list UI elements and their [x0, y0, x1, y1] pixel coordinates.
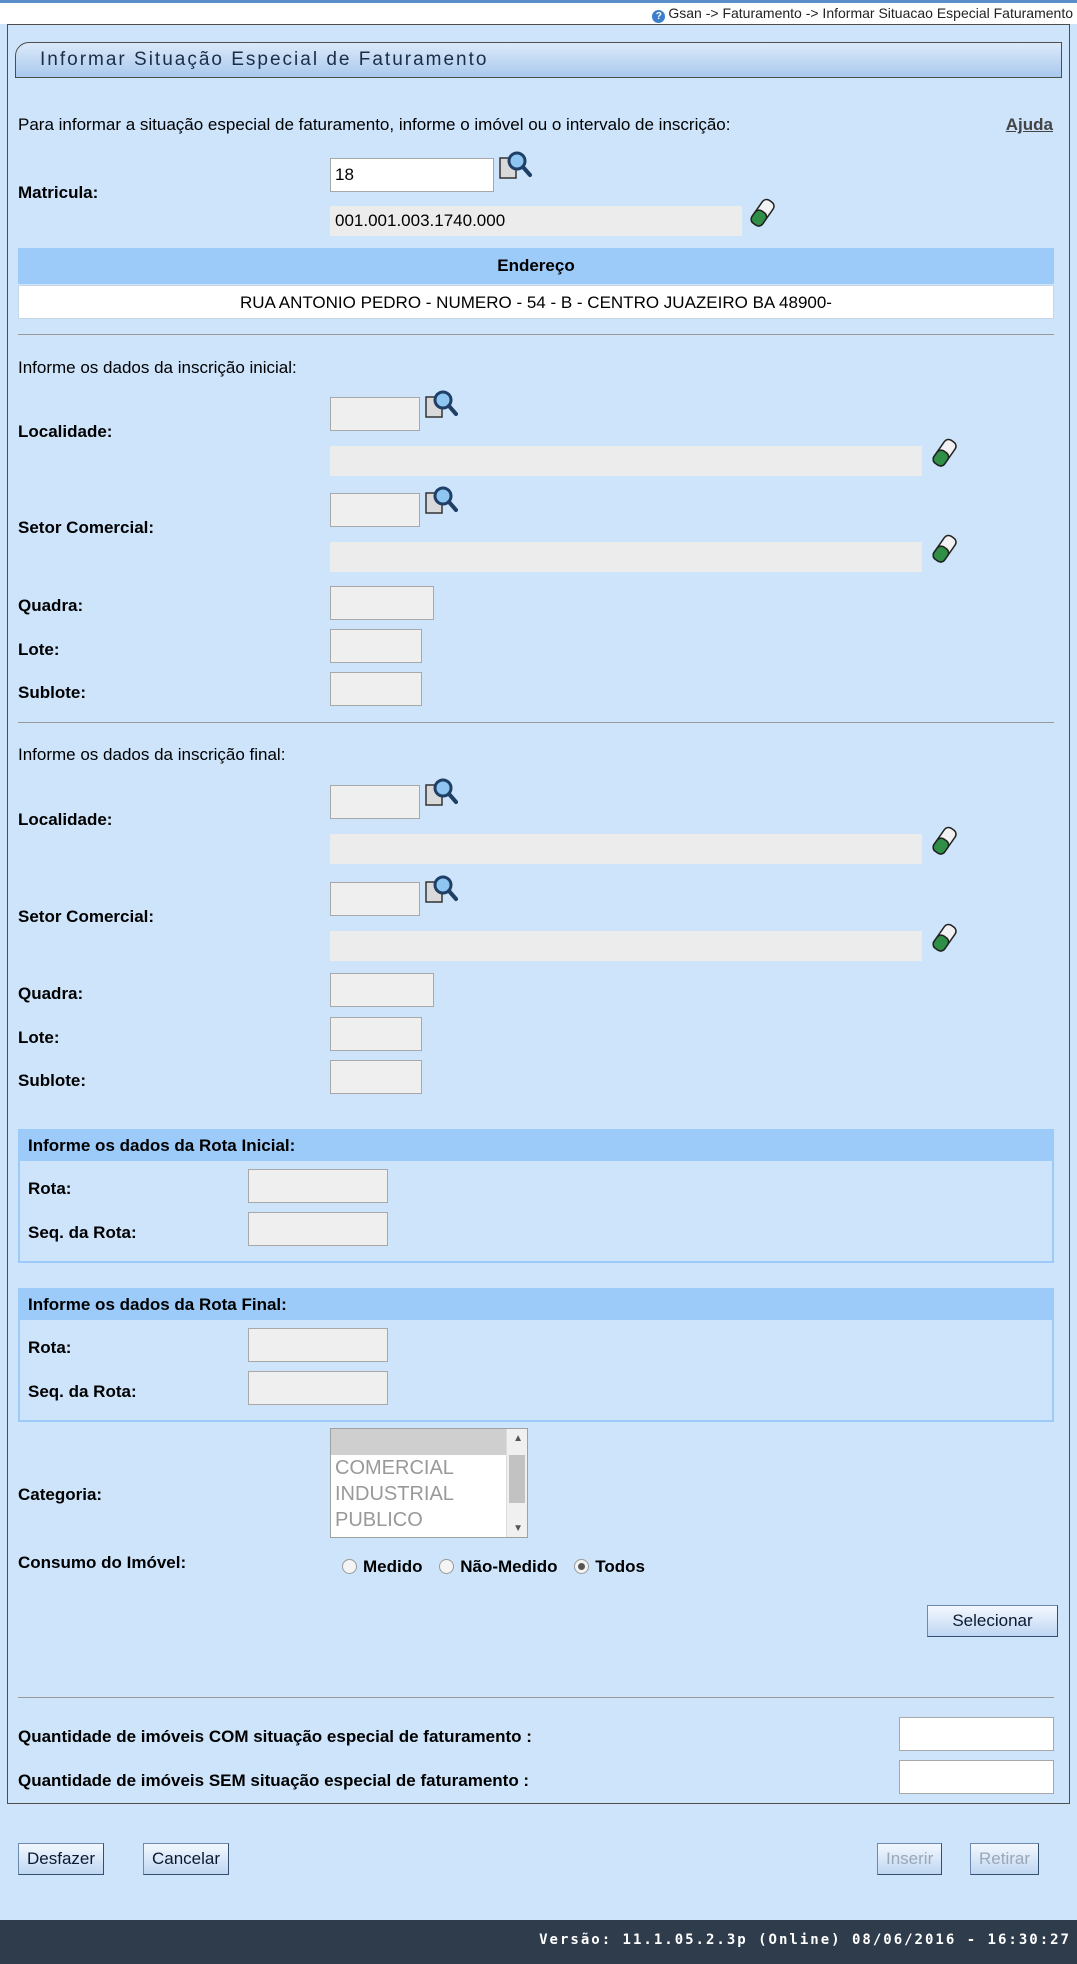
page-title: Informar Situação Especial de Faturament… — [40, 49, 489, 70]
setor-inicial-label: Setor Comercial: — [18, 518, 155, 537]
quadra-final-label: Quadra: — [18, 984, 84, 1003]
consumo-radio-group: Medido Não-Medido Todos — [342, 1557, 645, 1577]
desfazer-button[interactable]: Desfazer — [18, 1843, 105, 1875]
scroll-up-arrow-icon[interactable]: ▲ — [513, 1433, 523, 1444]
eraser-icon[interactable] — [928, 824, 962, 858]
matricula-label: Matricula: — [18, 183, 99, 202]
categoria-option[interactable]: INDUSTRIAL — [331, 1481, 527, 1507]
divider — [18, 1697, 1054, 1698]
help-link[interactable]: Ajuda — [1006, 115, 1053, 135]
quadra-inicial-label: Quadra: — [18, 596, 84, 615]
scroll-down-arrow-icon[interactable]: ▼ — [513, 1523, 523, 1534]
lote-inicial-label: Lote: — [18, 640, 60, 659]
categoria-option[interactable]: COMERCIAL — [331, 1455, 527, 1481]
quantidade-com-field — [899, 1717, 1054, 1751]
sublote-inicial-label: Sublote: — [18, 683, 86, 702]
sublote-inicial-input[interactable] — [330, 672, 422, 706]
lote-final-label: Lote: — [18, 1028, 60, 1047]
rota-inicial-label: Rota: — [28, 1179, 72, 1198]
retirar-button[interactable]: Retirar — [970, 1843, 1040, 1875]
categoria-option-blank[interactable] — [331, 1429, 527, 1455]
version-text: Versão: 11.1.05.2.3p (Online) 08/06/2016… — [539, 1932, 1071, 1948]
breadcrumb: ? Gsan -> Faturamento -> Informar Situaca… — [652, 5, 1073, 23]
rota-inicial-heading: Informe os dados da Rota Inicial: — [20, 1131, 1052, 1161]
localidade-final-input[interactable] — [330, 785, 420, 819]
search-icon[interactable] — [424, 483, 458, 517]
help-circle-icon: ? — [652, 10, 666, 23]
cancelar-button[interactable]: Cancelar — [143, 1843, 230, 1875]
inscricao-inicial-heading: Informe os dados da inscrição inicial: — [18, 358, 297, 377]
localidade-inicial-input[interactable] — [330, 397, 420, 431]
categoria-listbox[interactable]: COMERCIAL INDUSTRIAL PUBLICO ▲ ▼ — [330, 1428, 528, 1538]
consumo-label: Consumo do Imóvel: — [18, 1553, 187, 1572]
radio-todos-label: Todos — [595, 1557, 645, 1576]
rota-final-heading: Informe os dados da Rota Final: — [20, 1290, 1052, 1320]
localidade-inicial-label: Localidade: — [18, 422, 113, 441]
radio-nao-medido[interactable] — [439, 1559, 455, 1574]
inserir-button[interactable]: Inserir — [877, 1843, 943, 1875]
selecionar-button[interactable]: Selecionar — [927, 1605, 1058, 1637]
sublote-final-input[interactable] — [330, 1060, 422, 1094]
intro-text: Para informar a situação especial de fat… — [18, 115, 731, 134]
divider — [18, 334, 1054, 335]
quadra-inicial-input[interactable] — [330, 586, 434, 620]
quantidade-sem-field — [899, 1760, 1054, 1794]
quantidade-sem-label: Quantidade de imóveis SEM situação espec… — [18, 1771, 530, 1790]
rota-final-input[interactable] — [248, 1328, 388, 1362]
divider — [18, 722, 1054, 723]
search-icon[interactable] — [424, 387, 458, 421]
top-bar: ? Gsan -> Faturamento -> Informar Situaca… — [0, 0, 1077, 24]
radio-medido[interactable] — [342, 1559, 357, 1574]
lote-inicial-input[interactable] — [330, 629, 422, 663]
setor-final-label: Setor Comercial: — [18, 907, 155, 926]
localidade-final-label: Localidade: — [18, 810, 113, 829]
quantidade-com-label: Quantidade de imóveis COM situação espec… — [18, 1727, 532, 1746]
seq-rota-final-label: Seq. da Rota: — [28, 1382, 137, 1401]
categoria-label: Categoria: — [18, 1485, 103, 1504]
matricula-inscricao-display: 001.001.003.1740.000 — [330, 206, 742, 236]
seq-rota-inicial-input[interactable] — [248, 1212, 388, 1246]
rota-inicial-panel: Informe os dados da Rota Inicial: Rota: … — [18, 1129, 1054, 1263]
lote-final-input[interactable] — [330, 1017, 422, 1051]
page-title-bar: Informar Situação Especial de Faturament… — [15, 42, 1062, 78]
categoria-option[interactable]: PUBLICO — [331, 1507, 527, 1533]
eraser-icon[interactable] — [928, 436, 962, 470]
radio-nao-medido-label: Não-Medido — [460, 1557, 558, 1576]
setor-inicial-description — [330, 542, 922, 572]
localidade-final-description — [330, 834, 922, 864]
setor-final-input[interactable] — [330, 882, 420, 916]
rota-inicial-input[interactable] — [248, 1169, 388, 1203]
rota-final-panel: Informe os dados da Rota Final: Rota: Se… — [18, 1288, 1054, 1422]
localidade-inicial-description — [330, 446, 922, 476]
radio-todos[interactable] — [574, 1559, 590, 1574]
endereco-header: Endereço — [18, 248, 1054, 284]
inscricao-final-heading: Informe os dados da inscrição final: — [18, 745, 286, 764]
breadcrumb-text: Gsan -> Faturamento -> Informar Situacao… — [668, 5, 1073, 21]
listbox-scroll-thumb[interactable] — [509, 1455, 525, 1503]
eraser-icon[interactable] — [746, 196, 780, 230]
search-icon[interactable] — [498, 148, 532, 182]
endereco-value: RUA ANTONIO PEDRO - NUMERO - 54 - B - CE… — [18, 285, 1054, 319]
seq-rota-inicial-label: Seq. da Rota: — [28, 1223, 137, 1242]
search-icon[interactable] — [424, 872, 458, 906]
setor-inicial-input[interactable] — [330, 493, 420, 527]
seq-rota-final-input[interactable] — [248, 1371, 388, 1405]
rota-final-label: Rota: — [28, 1338, 72, 1357]
quadra-final-input[interactable] — [330, 973, 434, 1007]
search-icon[interactable] — [424, 775, 458, 809]
matricula-input[interactable]: 18 — [330, 158, 494, 192]
eraser-icon[interactable] — [928, 532, 962, 566]
radio-medido-label: Medido — [363, 1557, 423, 1576]
setor-final-description — [330, 931, 922, 961]
eraser-icon[interactable] — [928, 921, 962, 955]
version-footer: Versão: 11.1.05.2.3p (Online) 08/06/2016… — [0, 1920, 1077, 1964]
sublote-final-label: Sublote: — [18, 1071, 86, 1090]
